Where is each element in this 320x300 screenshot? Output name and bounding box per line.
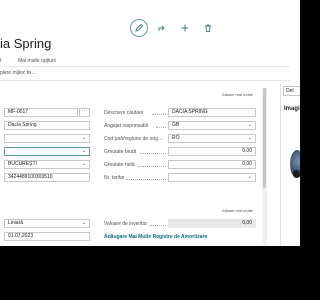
- search-description-value: DACIA SPRING: [172, 109, 208, 115]
- gross-weight-field[interactable]: 0,00: [168, 147, 256, 156]
- show-more-link[interactable]: Afișare mai multe: [222, 92, 253, 97]
- tariff-field[interactable]: ⌄: [168, 173, 256, 182]
- gross-weight-value: 0,00: [242, 148, 252, 154]
- action-bar: t Mai multe opțiuni: [0, 56, 290, 66]
- more-options-button[interactable]: Mai multe opțiuni: [18, 58, 56, 64]
- responsible-employee-label: Angajat responsabil: [104, 123, 148, 129]
- depreciation-method-field[interactable]: Liniară ⌄: [4, 219, 90, 228]
- leader-dots: [126, 179, 166, 180]
- leader-dots: [156, 127, 166, 128]
- location-value: BUCUREȘTI: [8, 161, 37, 167]
- country-field[interactable]: RO ⌄: [168, 134, 256, 143]
- tab-details[interactable]: Det: [283, 86, 300, 96]
- divider: [0, 66, 290, 67]
- assist-button[interactable]: ···: [79, 108, 90, 117]
- add-depreciation-books-link[interactable]: Adăugare Mai Multe Registre de Amortizar…: [104, 234, 207, 240]
- leader-dots: [140, 153, 166, 154]
- description-field[interactable]: Dacia Spring: [4, 121, 90, 130]
- net-weight-field[interactable]: 0,00: [168, 160, 256, 169]
- chevron-down-icon: ⌄: [81, 220, 86, 226]
- net-weight-value: 0,00: [242, 161, 252, 167]
- edit-icon[interactable]: [130, 19, 148, 37]
- delete-icon[interactable]: [199, 19, 217, 37]
- chevron-down-icon: ⌄: [247, 135, 252, 141]
- chevron-down-icon: ⌄: [247, 174, 252, 180]
- country-value: RO: [172, 135, 180, 141]
- search-description-label: Descriere căutare: [104, 110, 144, 116]
- chevron-down-icon: ⌄: [247, 122, 252, 128]
- scrollbar-thumb[interactable]: [263, 88, 266, 188]
- factbox-picture-heading: Imagi: [284, 106, 300, 112]
- leader-dots: [150, 225, 166, 226]
- subclass-field[interactable]: ⌄: [4, 147, 90, 156]
- inventory-value-field: 0,00: [168, 219, 256, 228]
- gross-weight-label: Greutate brută: [104, 149, 137, 155]
- leader-dots: [152, 114, 166, 115]
- chevron-down-icon: ⌄: [81, 148, 86, 154]
- start-date-value: 01.07.2023: [8, 233, 34, 239]
- toolbar: [130, 18, 222, 38]
- location-field[interactable]: BUCUREȘTI ⌄: [4, 160, 90, 169]
- page-title: ia Spring: [0, 36, 52, 51]
- country-label: Cod țară/regiune de orig...: [104, 136, 163, 142]
- inventory-value: 0,00: [242, 220, 252, 226]
- divider: [0, 80, 290, 81]
- empty-field[interactable]: ⌄: [4, 134, 90, 143]
- fixed-asset-card: ia Spring t Mai multe opțiuni plere mijl…: [0, 0, 300, 246]
- car-wheel: [293, 170, 300, 178]
- responsible-employee-value: GB: [172, 122, 180, 128]
- serial-no-field[interactable]: 3424489100303510: [4, 173, 90, 182]
- no-value: MF-0017: [8, 109, 29, 115]
- start-date-field[interactable]: 01.07.2023: [4, 232, 90, 241]
- description-value: Dacia Spring: [8, 122, 37, 128]
- net-weight-label: Greutate netă: [104, 162, 135, 168]
- new-icon[interactable]: [176, 19, 194, 37]
- leader-dots: [138, 166, 166, 167]
- share-icon[interactable]: [153, 19, 171, 37]
- show-more-link[interactable]: Afișare mai multe: [222, 208, 253, 213]
- responsible-employee-field[interactable]: GB ⌄: [168, 121, 256, 130]
- inventory-value-label: Valoare de inventar: [104, 221, 147, 227]
- action-item[interactable]: t: [0, 58, 1, 64]
- depreciation-method-value: Liniară: [8, 220, 24, 226]
- search-description-field[interactable]: DACIA SPRING: [168, 108, 256, 117]
- tariff-label: Nr. tarifar: [104, 175, 125, 181]
- no-field[interactable]: MF-0017: [4, 108, 78, 117]
- chevron-down-icon: ⌄: [81, 135, 86, 141]
- breadcrumb[interactable]: plere mijloc fix...: [0, 70, 36, 76]
- chevron-down-icon: ⌄: [81, 161, 86, 167]
- serial-no-value: 3424489100303510: [8, 174, 53, 180]
